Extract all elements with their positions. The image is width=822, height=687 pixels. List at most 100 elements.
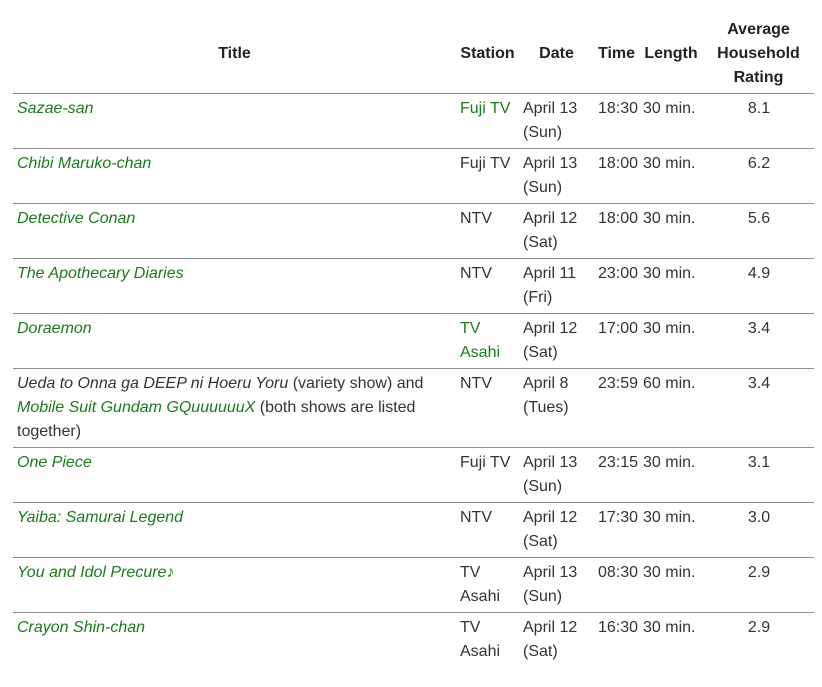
date-cell: April 12 (Sat) [519, 503, 594, 558]
date-day: April 12 [523, 210, 578, 227]
header-rating-line3: Rating [733, 69, 784, 86]
header-row: Title Station Date Time Length Average H… [13, 16, 814, 94]
header-rating-line1: Average [727, 21, 790, 38]
length-cell: 30 min. [643, 320, 696, 337]
table-row: Chibi Maruko-chan Fuji TV April 13 (Sun) … [13, 149, 814, 204]
length-cell: 30 min. [643, 454, 696, 471]
title-cell: One Piece [13, 448, 456, 503]
date-cell: April 13 (Sun) [519, 558, 594, 613]
title-link[interactable]: Sazae-san [17, 100, 94, 117]
rating-cell: 4.9 [747, 265, 771, 282]
date-weekday: (Sat) [523, 643, 558, 660]
time-cell: 23:15 [598, 454, 639, 471]
variety-show-title: Ueda to Onna ga DEEP ni Hoeru Yoru [17, 375, 289, 392]
length-cell: 30 min. [643, 509, 696, 526]
table-header: Title Station Date Time Length Average H… [13, 16, 814, 94]
table-body: Sazae-san Fuji TV April 13 (Sun) 18:30 30… [13, 94, 814, 668]
station-cell: TV Asahi [460, 619, 501, 660]
date-weekday: (Sat) [523, 234, 558, 251]
header-date[interactable]: Date [519, 16, 594, 94]
title-cell: Yaiba: Samurai Legend [13, 503, 456, 558]
title-cell: Doraemon [13, 314, 456, 369]
table-row: Crayon Shin-chan TV Asahi April 12 (Sat) … [13, 613, 814, 668]
date-day: April 11 [523, 265, 577, 282]
station-cell: Fuji TV [456, 94, 519, 149]
station-cell: NTV [460, 265, 492, 282]
title-link[interactable]: Doraemon [17, 320, 92, 337]
station-link[interactable]: TV Asahi [460, 320, 500, 361]
length-cell: 30 min. [643, 619, 696, 636]
header-rating[interactable]: Average Household Rating [703, 16, 814, 94]
length-cell: 30 min. [643, 265, 696, 282]
title-link[interactable]: One Piece [17, 454, 92, 471]
header-title[interactable]: Title [13, 16, 456, 94]
time-cell: 17:00 [598, 320, 639, 337]
title-link[interactable]: Detective Conan [17, 210, 135, 227]
ratings-table: Title Station Date Time Length Average H… [13, 16, 814, 667]
date-weekday: (Sun) [523, 478, 563, 495]
rating-cell: 2.9 [747, 619, 771, 636]
title-cell: Crayon Shin-chan [13, 613, 456, 668]
date-weekday: (Fri) [523, 289, 553, 306]
title-link[interactable]: Chibi Maruko-chan [17, 155, 151, 172]
date-cell: April 11 (Fri) [519, 259, 594, 314]
date-cell: April 13 (Sun) [519, 448, 594, 503]
date-weekday: (Tues) [523, 399, 569, 416]
length-cell: 30 min. [643, 564, 696, 581]
time-cell: 08:30 [598, 564, 639, 581]
title-cell: Detective Conan [13, 204, 456, 259]
title-cell: The Apothecary Diaries [13, 259, 456, 314]
time-cell: 23:00 [598, 265, 639, 282]
date-cell: April 12 (Sat) [519, 314, 594, 369]
table-row: Yaiba: Samurai Legend NTV April 12 (Sat) … [13, 503, 814, 558]
table-row: One Piece Fuji TV April 13 (Sun) 23:15 30… [13, 448, 814, 503]
time-cell: 16:30 [598, 619, 639, 636]
station-cell: Fuji TV [460, 454, 511, 471]
title-note: (variety show) and [288, 375, 424, 392]
table-row: You and Idol Precure♪ TV Asahi April 13 (… [13, 558, 814, 613]
date-day: April 13 [523, 564, 578, 581]
date-weekday: (Sun) [523, 179, 563, 196]
date-weekday: (Sat) [523, 533, 558, 550]
date-day: April 12 [523, 320, 578, 337]
table-row: The Apothecary Diaries NTV April 11 (Fri)… [13, 259, 814, 314]
station-cell: TV Asahi [456, 314, 519, 369]
date-weekday: (Sun) [523, 124, 563, 141]
rating-cell: 3.1 [747, 454, 771, 471]
time-cell: 18:00 [598, 210, 639, 227]
time-cell: 18:00 [598, 155, 639, 172]
title-link[interactable]: Yaiba: Samurai Legend [17, 509, 183, 526]
page: Title Station Date Time Length Average H… [0, 0, 822, 687]
title-link[interactable]: Mobile Suit Gundam GQuuuuuuX [17, 399, 255, 416]
title-cell: You and Idol Precure♪ [13, 558, 456, 613]
date-day: April 13 [523, 100, 578, 117]
header-length[interactable]: Length [639, 16, 703, 94]
time-cell: 17:30 [598, 509, 639, 526]
length-cell: 30 min. [643, 155, 696, 172]
station-cell: Fuji TV [460, 155, 511, 172]
table-row: Ueda to Onna ga DEEP ni Hoeru Yoru (vari… [13, 369, 814, 448]
date-weekday: (Sun) [523, 588, 563, 605]
length-cell: 30 min. [643, 100, 696, 117]
date-cell: April 12 (Sat) [519, 613, 594, 668]
title-link[interactable]: Crayon Shin-chan [17, 619, 145, 636]
date-cell: April 13 (Sun) [519, 149, 594, 204]
rating-cell: 3.4 [747, 320, 771, 337]
title-link[interactable]: The Apothecary Diaries [17, 265, 184, 282]
title-cell: Sazae-san [13, 94, 456, 149]
station-link[interactable]: Fuji TV [460, 100, 510, 117]
table-row: Doraemon TV Asahi April 12 (Sat) 17:00 30… [13, 314, 814, 369]
date-day: April 13 [523, 454, 578, 471]
header-station[interactable]: Station [456, 16, 519, 94]
date-cell: April 13 (Sun) [519, 94, 594, 149]
station-cell: NTV [460, 375, 492, 392]
date-weekday: (Sat) [523, 344, 558, 361]
time-cell: 18:30 [598, 100, 639, 117]
title-link[interactable]: You and Idol Precure♪ [17, 564, 174, 581]
date-cell: April 12 (Sat) [519, 204, 594, 259]
date-day: April 8 [523, 375, 569, 392]
date-day: April 12 [523, 509, 578, 526]
header-time[interactable]: Time [594, 16, 639, 94]
table-row: Detective Conan NTV April 12 (Sat) 18:00 … [13, 204, 814, 259]
date-cell: April 8 (Tues) [519, 369, 594, 448]
